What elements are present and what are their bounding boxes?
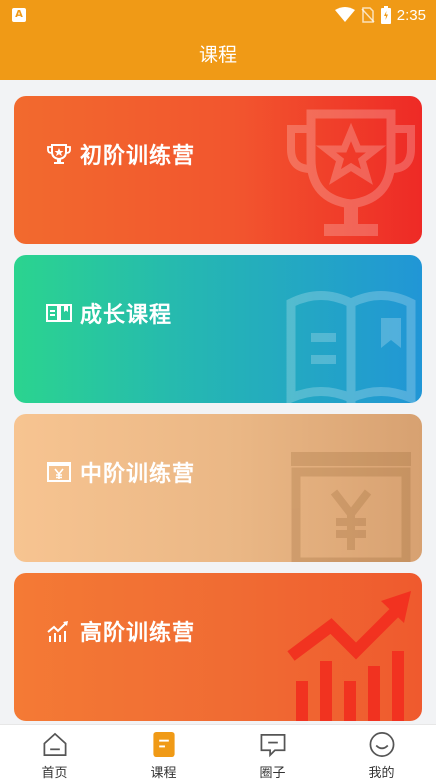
wifi-icon — [334, 7, 355, 22]
bottom-tab-bar: 首页 课程 圈子 我的 — [0, 724, 436, 781]
tab-circle[interactable]: 圈子 — [218, 725, 327, 781]
card-label: 高阶训练营 — [80, 621, 196, 646]
card-label: 中阶训练营 — [80, 462, 196, 487]
chat-icon — [260, 733, 285, 758]
page-title: 课程 — [198, 44, 237, 66]
tab-mine[interactable]: 我的 — [327, 725, 436, 781]
course-icon — [152, 731, 175, 758]
growth-chart-icon — [47, 621, 68, 642]
growth-chart-icon — [287, 591, 411, 721]
course-card-advanced[interactable]: 高阶训练营 — [14, 573, 422, 721]
card-title-row: 中阶训练营 — [46, 456, 195, 488]
course-card-beginner[interactable]: 初阶训练营 — [14, 96, 422, 244]
card-label: 成长课程 — [80, 303, 173, 328]
tab-label: 课程 — [150, 766, 177, 781]
tab-course[interactable]: 课程 — [109, 725, 218, 781]
card-title-row: 初阶训练营 — [46, 138, 195, 170]
tab-label: 圈子 — [259, 766, 286, 781]
tab-label: 首页 — [41, 766, 68, 781]
tab-label: 我的 — [368, 766, 395, 781]
book-icon — [286, 291, 416, 403]
status-bar: A 2:35 — [0, 0, 436, 30]
tab-home[interactable]: 首页 — [0, 725, 109, 781]
yen-certificate-icon — [291, 452, 411, 562]
home-icon — [43, 732, 66, 756]
app-header: A 2:35 课程 — [0, 0, 436, 80]
course-card-intermediate[interactable]: 中阶训练营 — [14, 414, 422, 562]
status-icons: 2:35 — [334, 4, 426, 26]
card-title-row: 高阶训练营 — [46, 615, 195, 647]
battery-icon — [380, 6, 391, 24]
status-time: 2:35 — [396, 6, 426, 24]
course-card-growth[interactable]: 成长课程 — [14, 255, 422, 403]
notification-badge: A — [12, 8, 26, 22]
trophy-icon — [47, 144, 71, 164]
trophy-icon — [287, 109, 415, 236]
smile-icon — [369, 732, 394, 757]
yen-certificate-icon — [47, 462, 71, 482]
book-icon — [46, 304, 72, 322]
card-label: 初阶训练营 — [80, 144, 196, 169]
card-title-row: 成长课程 — [46, 297, 172, 329]
no-sim-icon — [361, 7, 375, 23]
